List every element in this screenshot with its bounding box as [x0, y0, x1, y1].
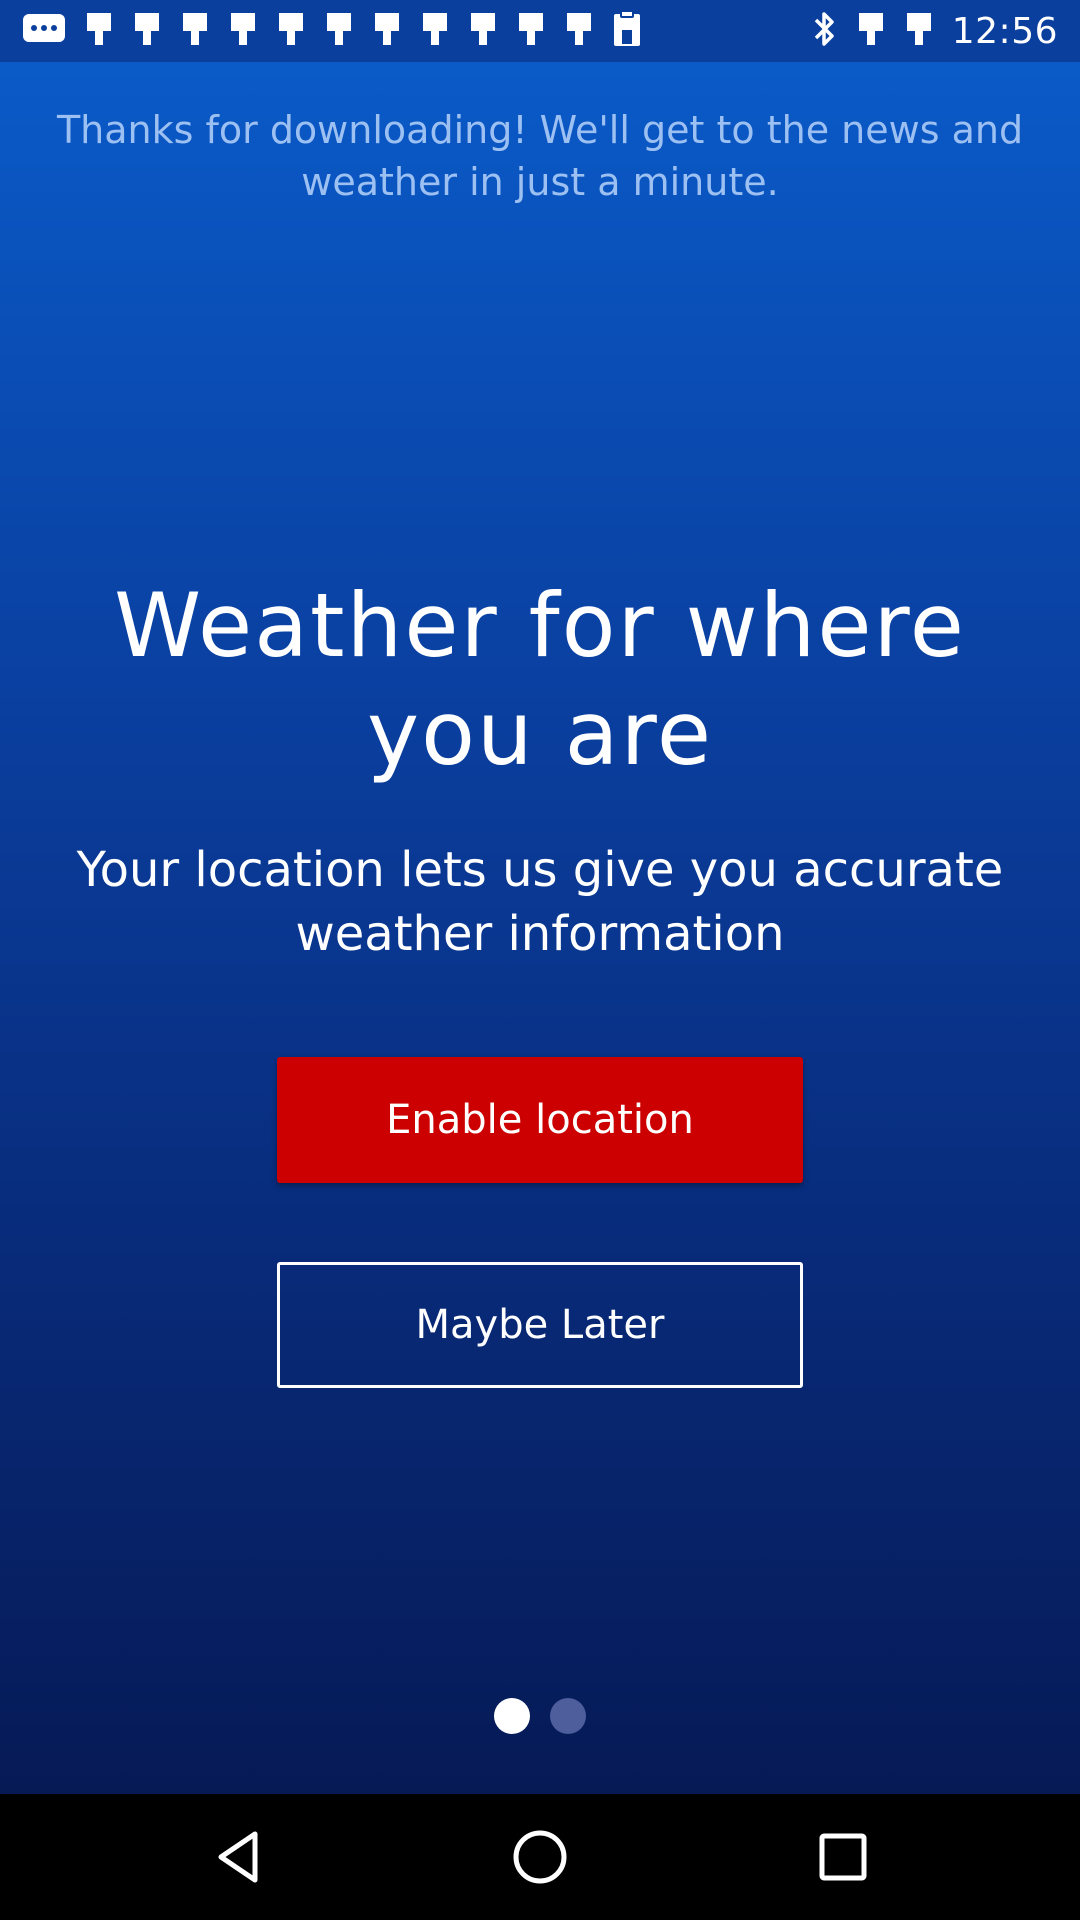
recents-button[interactable] — [808, 1822, 878, 1892]
messages-icon — [22, 13, 66, 49]
maybe-later-button[interactable]: Maybe Later — [277, 1262, 803, 1388]
notification-icon — [856, 11, 886, 51]
notification-icon — [324, 11, 354, 51]
enable-location-label: Enable location — [386, 1097, 694, 1143]
notification-icon — [372, 11, 402, 51]
status-time: 12:56 — [951, 10, 1058, 52]
page-dot-inactive — [550, 1698, 586, 1734]
recents-icon — [819, 1833, 867, 1881]
notification-icon — [516, 11, 546, 51]
notification-icon — [228, 11, 258, 51]
navigation-bar — [0, 1794, 1080, 1920]
intro-text: Thanks for downloading! We'll get to the… — [56, 108, 1024, 204]
back-button[interactable] — [203, 1822, 273, 1892]
status-icons-right: 12:56 — [812, 8, 1058, 54]
status-bar: 12:56 — [0, 0, 1080, 62]
page-dot-active — [494, 1698, 530, 1734]
notification-icon — [132, 11, 162, 51]
onboarding-panel: Thanks for downloading! We'll get to the… — [0, 62, 1080, 1794]
page-subtitle: Your location lets us give you accurate … — [76, 842, 1004, 962]
maybe-later-label: Maybe Later — [415, 1302, 665, 1348]
notification-icon — [180, 11, 210, 51]
notification-icon — [84, 11, 114, 51]
enable-location-button[interactable]: Enable location — [277, 1057, 803, 1183]
status-icons-left — [22, 10, 642, 52]
app-screen: 12:56 Thanks for downloading! We'll get … — [0, 0, 1080, 1920]
notification-icon — [468, 11, 498, 51]
back-icon — [218, 1831, 258, 1883]
page-indicator — [0, 1698, 1080, 1734]
notification-icon — [564, 11, 594, 51]
bluetooth-icon — [812, 9, 838, 53]
notification-icon — [420, 11, 450, 51]
notification-icon — [276, 11, 306, 51]
home-icon — [513, 1830, 567, 1884]
home-button[interactable] — [505, 1822, 575, 1892]
page-title: Weather for where you are — [114, 574, 966, 785]
notification-icon — [904, 11, 934, 51]
clipboard-icon — [612, 10, 642, 52]
